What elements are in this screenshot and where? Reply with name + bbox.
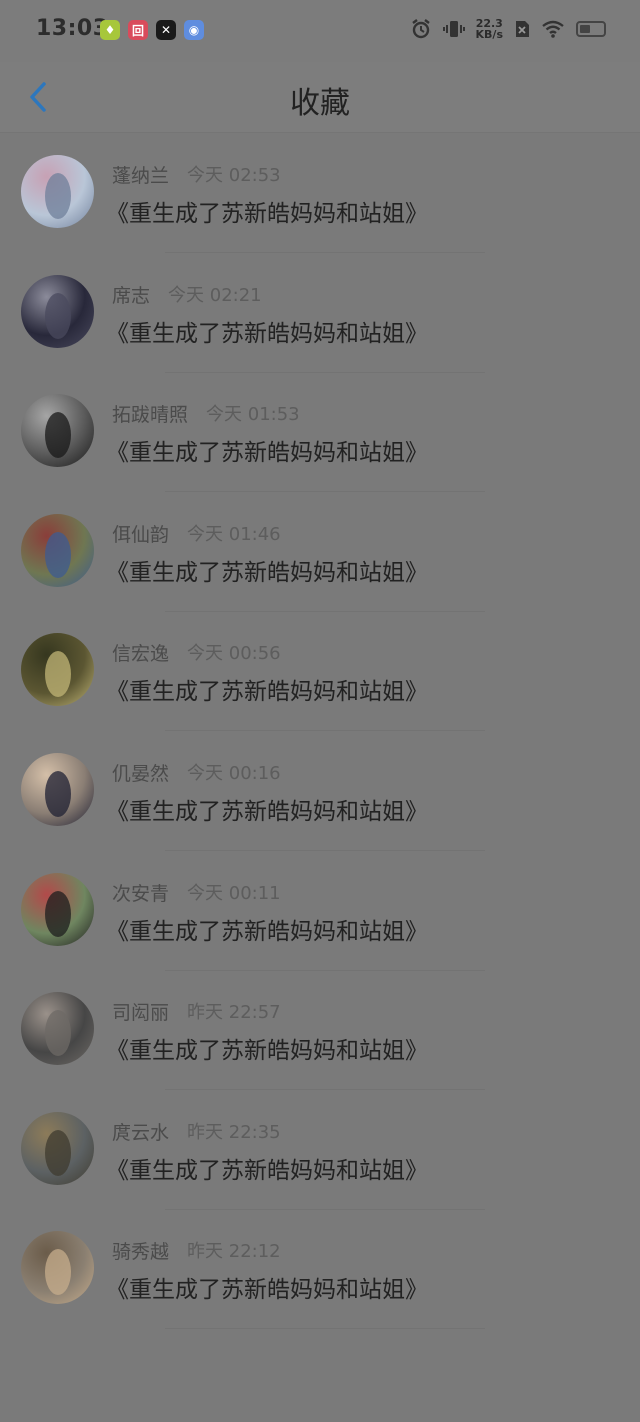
page-title: 收藏	[290, 86, 350, 121]
user-name: 蓬纳兰	[112, 165, 170, 187]
avatar[interactable]	[21, 752, 94, 826]
divider	[165, 969, 485, 971]
user-name: 信宏逸	[112, 643, 170, 666]
alarm-icon	[411, 19, 430, 39]
divider	[165, 491, 485, 493]
avatar[interactable]	[21, 1231, 94, 1305]
red-app-icon: 回	[128, 20, 148, 40]
no-sim-icon	[516, 21, 529, 37]
favorite-title[interactable]: 《重生成了苏新皓妈妈和站姐》	[106, 194, 428, 228]
favorite-title[interactable]: 《重生成了苏新皓妈妈和站姐》	[106, 792, 428, 826]
favorite-time: 今天 02:21	[168, 284, 262, 306]
divider	[165, 252, 485, 253]
avatar[interactable]	[21, 633, 94, 707]
user-name: 次安青	[112, 882, 170, 905]
divider	[165, 849, 485, 851]
favorite-title[interactable]: 《重生成了苏新皓妈妈和站姐》	[106, 912, 428, 946]
favorite-time: 今天 02:53	[187, 165, 281, 186]
user-name: 司闳丽	[112, 1002, 170, 1025]
divider	[165, 1328, 485, 1330]
favorites-list: 蓬纳兰 今天 02:53 《重生成了苏新皓妈妈和站姐》 席志 今天 02:21 《重生成了…	[0, 135, 640, 1331]
favorite-title[interactable]: 《重生成了苏新皓妈妈和站姐》	[106, 433, 428, 467]
avatar-figure	[45, 651, 71, 698]
list-item[interactable]: 仉晏然 今天 00:16 《重生成了苏新皓妈妈和站姐》	[0, 733, 640, 853]
favorite-title[interactable]: 《重生成了苏新皓妈妈和站姐》	[106, 553, 428, 587]
list-item[interactable]: 庹云水 昨天 22:35 《重生成了苏新皓妈妈和站姐》	[0, 1092, 640, 1212]
list-item[interactable]: 蓬纳兰 今天 02:53 《重生成了苏新皓妈妈和站姐》	[0, 135, 640, 255]
favorite-time: 今天 01:46	[187, 523, 281, 545]
vibrate-icon	[442, 21, 465, 37]
status-icons: 22.3 KB/s	[410, 18, 606, 40]
divider	[165, 371, 485, 373]
list-item[interactable]: 司闳丽 昨天 22:57 《重生成了苏新皓妈妈和站姐》	[0, 972, 640, 1092]
favorite-time: 今天 00:11	[187, 882, 281, 904]
avatar[interactable]	[21, 274, 94, 348]
header: 收藏	[0, 62, 640, 133]
user-name: 庹云水	[112, 1121, 170, 1144]
favorite-time: 今天 00:56	[187, 643, 281, 665]
avatar-figure	[45, 173, 71, 219]
user-name: 拓跋晴照	[112, 404, 189, 427]
blue-app-icon: ◉	[184, 20, 204, 40]
avatar-figure	[45, 531, 71, 578]
favorite-time: 昨天 22:12	[187, 1241, 281, 1263]
avatar-figure	[45, 890, 71, 937]
avatar-figure	[45, 1249, 71, 1296]
user-name: 骑秀越	[112, 1241, 170, 1264]
avatar[interactable]	[21, 513, 94, 587]
avatar[interactable]	[21, 394, 94, 468]
favorite-title[interactable]: 《重生成了苏新皓妈妈和站姐》	[106, 1270, 428, 1304]
favorite-title[interactable]: 《重生成了苏新皓妈妈和站姐》	[106, 314, 428, 348]
avatar-figure	[45, 412, 71, 459]
avatar[interactable]	[21, 992, 94, 1066]
list-item[interactable]: 席志 今天 02:21 《重生成了苏新皓妈妈和站姐》	[0, 255, 640, 375]
divider	[165, 1089, 485, 1091]
status-time: 13:03	[36, 16, 109, 41]
list-item[interactable]: 次安青 今天 00:11 《重生成了苏新皓妈妈和站姐》	[0, 853, 640, 973]
avatar[interactable]	[21, 155, 94, 228]
status-bar: 13:03 ♦ 回 ✕ ◉ 22.3 KB/s	[0, 0, 640, 62]
avatar-figure	[45, 292, 71, 339]
user-name: 佴仙韵	[112, 523, 170, 546]
list-item[interactable]: 佴仙韵 今天 01:46 《重生成了苏新皓妈妈和站姐》	[0, 494, 640, 614]
favorite-time: 今天 01:53	[206, 404, 300, 426]
favorite-time: 昨天 22:35	[187, 1121, 281, 1143]
favorite-time: 昨天 22:57	[187, 1002, 281, 1024]
divider	[165, 610, 485, 612]
avatar-figure	[45, 1010, 71, 1057]
avatar-figure	[45, 1129, 71, 1176]
wifi-icon	[542, 20, 564, 38]
battery-icon	[576, 21, 606, 37]
list-item[interactable]: 信宏逸 今天 00:56 《重生成了苏新皓妈妈和站姐》	[0, 613, 640, 733]
user-name: 仉晏然	[112, 762, 170, 785]
avatar[interactable]	[21, 1111, 94, 1185]
favorite-title[interactable]: 《重生成了苏新皓妈妈和站姐》	[106, 672, 428, 706]
favorite-title[interactable]: 《重生成了苏新皓妈妈和站姐》	[106, 1031, 428, 1065]
pear-app-icon: ♦	[100, 20, 120, 40]
list-item[interactable]: 骑秀越 昨天 22:12 《重生成了苏新皓妈妈和站姐》	[0, 1211, 640, 1331]
divider	[165, 1208, 485, 1210]
capcut-app-icon: ✕	[156, 20, 176, 40]
user-name: 席志	[112, 284, 151, 307]
network-speed: 22.3 KB/s	[475, 17, 503, 41]
avatar-figure	[45, 770, 71, 817]
app-icons: ♦ 回 ✕ ◉	[100, 20, 204, 40]
avatar[interactable]	[21, 872, 94, 946]
list-item[interactable]: 拓跋晴照 今天 01:53 《重生成了苏新皓妈妈和站姐》	[0, 374, 640, 494]
divider	[165, 730, 485, 732]
favorite-time: 今天 00:16	[187, 762, 281, 784]
favorite-title[interactable]: 《重生成了苏新皓妈妈和站姐》	[106, 1151, 428, 1185]
